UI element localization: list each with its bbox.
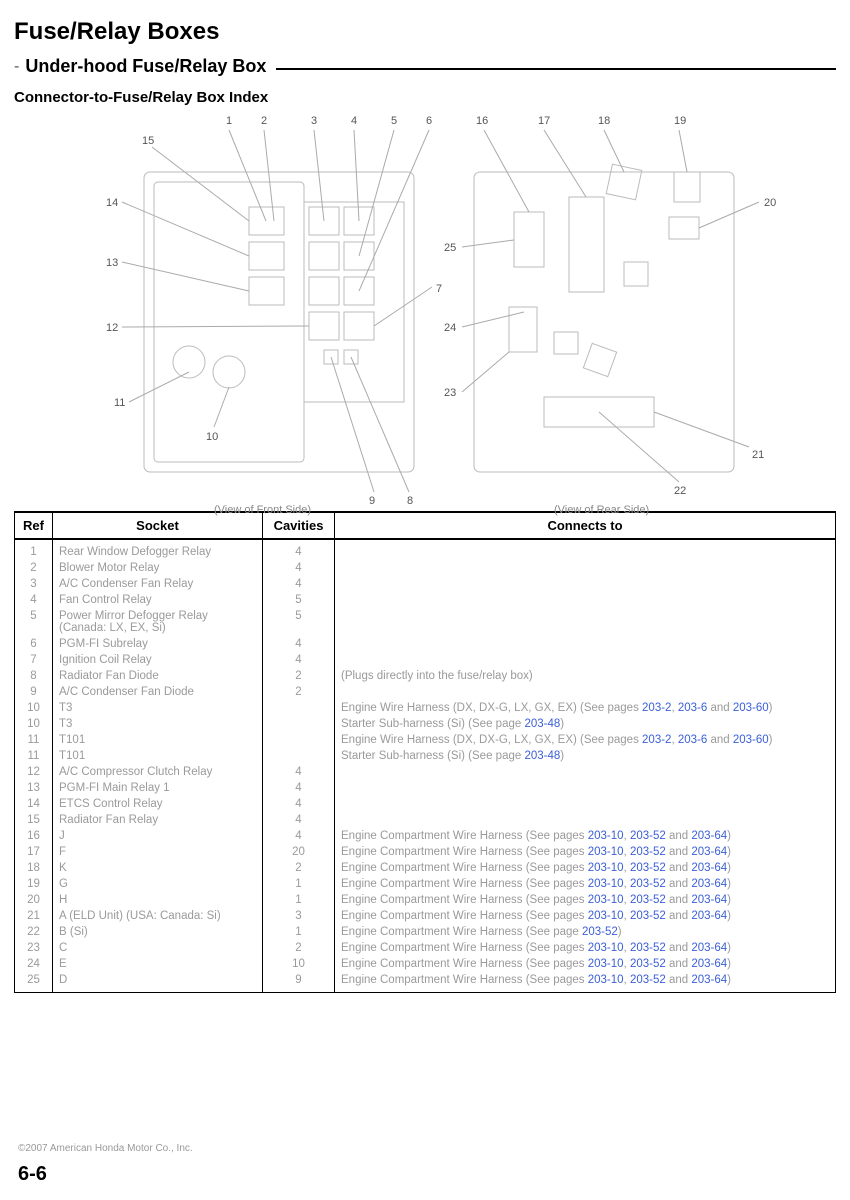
svg-text:7: 7	[436, 283, 442, 295]
svg-text:12: 12	[106, 322, 118, 334]
svg-text:23: 23	[444, 387, 456, 399]
table-row: 18K2Engine Compartment Wire Harness (See…	[15, 860, 836, 876]
diagram-caption-right: (View of Rear Side)	[554, 504, 649, 516]
table-row: 11T101Starter Sub-harness (Si) (See page…	[15, 748, 836, 764]
svg-text:3: 3	[311, 115, 317, 127]
svg-text:13: 13	[106, 257, 118, 269]
table-row: 3A/C Condenser Fan Relay4	[15, 576, 836, 592]
table-row: 12A/C Compressor Clutch Relay4	[15, 764, 836, 780]
table-row: 16J4Engine Compartment Wire Harness (See…	[15, 828, 836, 844]
svg-text:6: 6	[426, 115, 432, 127]
connector-index-table: Ref Socket Cavities Connects to 1Rear Wi…	[14, 511, 836, 993]
fuse-box-diagram: 1 2 3 4 5 6 7 8 9 10 11 12 13 14 15 16 1…	[14, 112, 836, 507]
table-row: 1Rear Window Defogger Relay4	[15, 539, 836, 560]
svg-text:14: 14	[106, 197, 118, 209]
svg-text:21: 21	[752, 449, 764, 461]
th-connects: Connects to	[335, 512, 836, 539]
svg-text:25: 25	[444, 242, 456, 254]
svg-text:22: 22	[674, 485, 686, 497]
svg-text:20: 20	[764, 197, 776, 209]
rule-line	[276, 68, 836, 70]
copyright: ©2007 American Honda Motor Co., Inc.	[18, 1143, 193, 1154]
diagram-caption-left: (View of Front Side)	[214, 504, 311, 516]
svg-text:10: 10	[206, 431, 218, 443]
index-label: Connector-to-Fuse/Relay Box Index	[14, 89, 836, 106]
svg-text:18: 18	[598, 115, 610, 127]
subtitle-row: - Under-hood Fuse/Relay Box	[14, 56, 836, 77]
table-row: 10T3Engine Wire Harness (DX, DX-G, LX, G…	[15, 700, 836, 716]
table-row: 5Power Mirror Defogger Relay (Canada: LX…	[15, 608, 836, 636]
th-ref: Ref	[15, 512, 53, 539]
table-row: 22B (Si)1Engine Compartment Wire Harness…	[15, 924, 836, 940]
page-number: 6-6	[18, 1163, 47, 1186]
svg-text:2: 2	[261, 115, 267, 127]
table-row: 21A (ELD Unit) (USA: Canada: Si)3Engine …	[15, 908, 836, 924]
table-row: 4Fan Control Relay5	[15, 592, 836, 608]
table-row: 9A/C Condenser Fan Diode2	[15, 684, 836, 700]
th-cavities: Cavities	[263, 512, 335, 539]
svg-text:1: 1	[226, 115, 232, 127]
table-row: 8Radiator Fan Diode2(Plugs directly into…	[15, 668, 836, 684]
table-row: 19G1Engine Compartment Wire Harness (See…	[15, 876, 836, 892]
svg-text:16: 16	[476, 115, 488, 127]
dash-icon: -	[14, 58, 19, 76]
table-row: 15Radiator Fan Relay4	[15, 812, 836, 828]
table-row: 17F20Engine Compartment Wire Harness (Se…	[15, 844, 836, 860]
subtitle: Under-hood Fuse/Relay Box	[25, 56, 266, 77]
svg-text:19: 19	[674, 115, 686, 127]
svg-text:4: 4	[351, 115, 357, 127]
svg-text:24: 24	[444, 322, 456, 334]
svg-text:8: 8	[407, 495, 413, 507]
svg-text:15: 15	[142, 135, 154, 147]
th-socket: Socket	[53, 512, 263, 539]
diagram-region: 1 2 3 4 5 6 7 8 9 10 11 12 13 14 15 16 1…	[14, 112, 836, 507]
table-row: 7Ignition Coil Relay4	[15, 652, 836, 668]
table-row: 10T3Starter Sub-harness (Si) (See page 2…	[15, 716, 836, 732]
table-row: 25D9Engine Compartment Wire Harness (See…	[15, 972, 836, 993]
table-row: 6PGM-FI Subrelay4	[15, 636, 836, 652]
table-row: 2Blower Motor Relay4	[15, 560, 836, 576]
svg-text:9: 9	[369, 495, 375, 507]
svg-text:5: 5	[391, 115, 397, 127]
table-row: 11T101Engine Wire Harness (DX, DX-G, LX,…	[15, 732, 836, 748]
svg-text:11: 11	[114, 397, 125, 409]
table-row: 13PGM-FI Main Relay 14	[15, 780, 836, 796]
page-title: Fuse/Relay Boxes	[14, 18, 836, 46]
svg-text:17: 17	[538, 115, 550, 127]
table-row: 24E10Engine Compartment Wire Harness (Se…	[15, 956, 836, 972]
table-row: 23C2Engine Compartment Wire Harness (See…	[15, 940, 836, 956]
table-row: 14ETCS Control Relay4	[15, 796, 836, 812]
table-row: 20H1Engine Compartment Wire Harness (See…	[15, 892, 836, 908]
